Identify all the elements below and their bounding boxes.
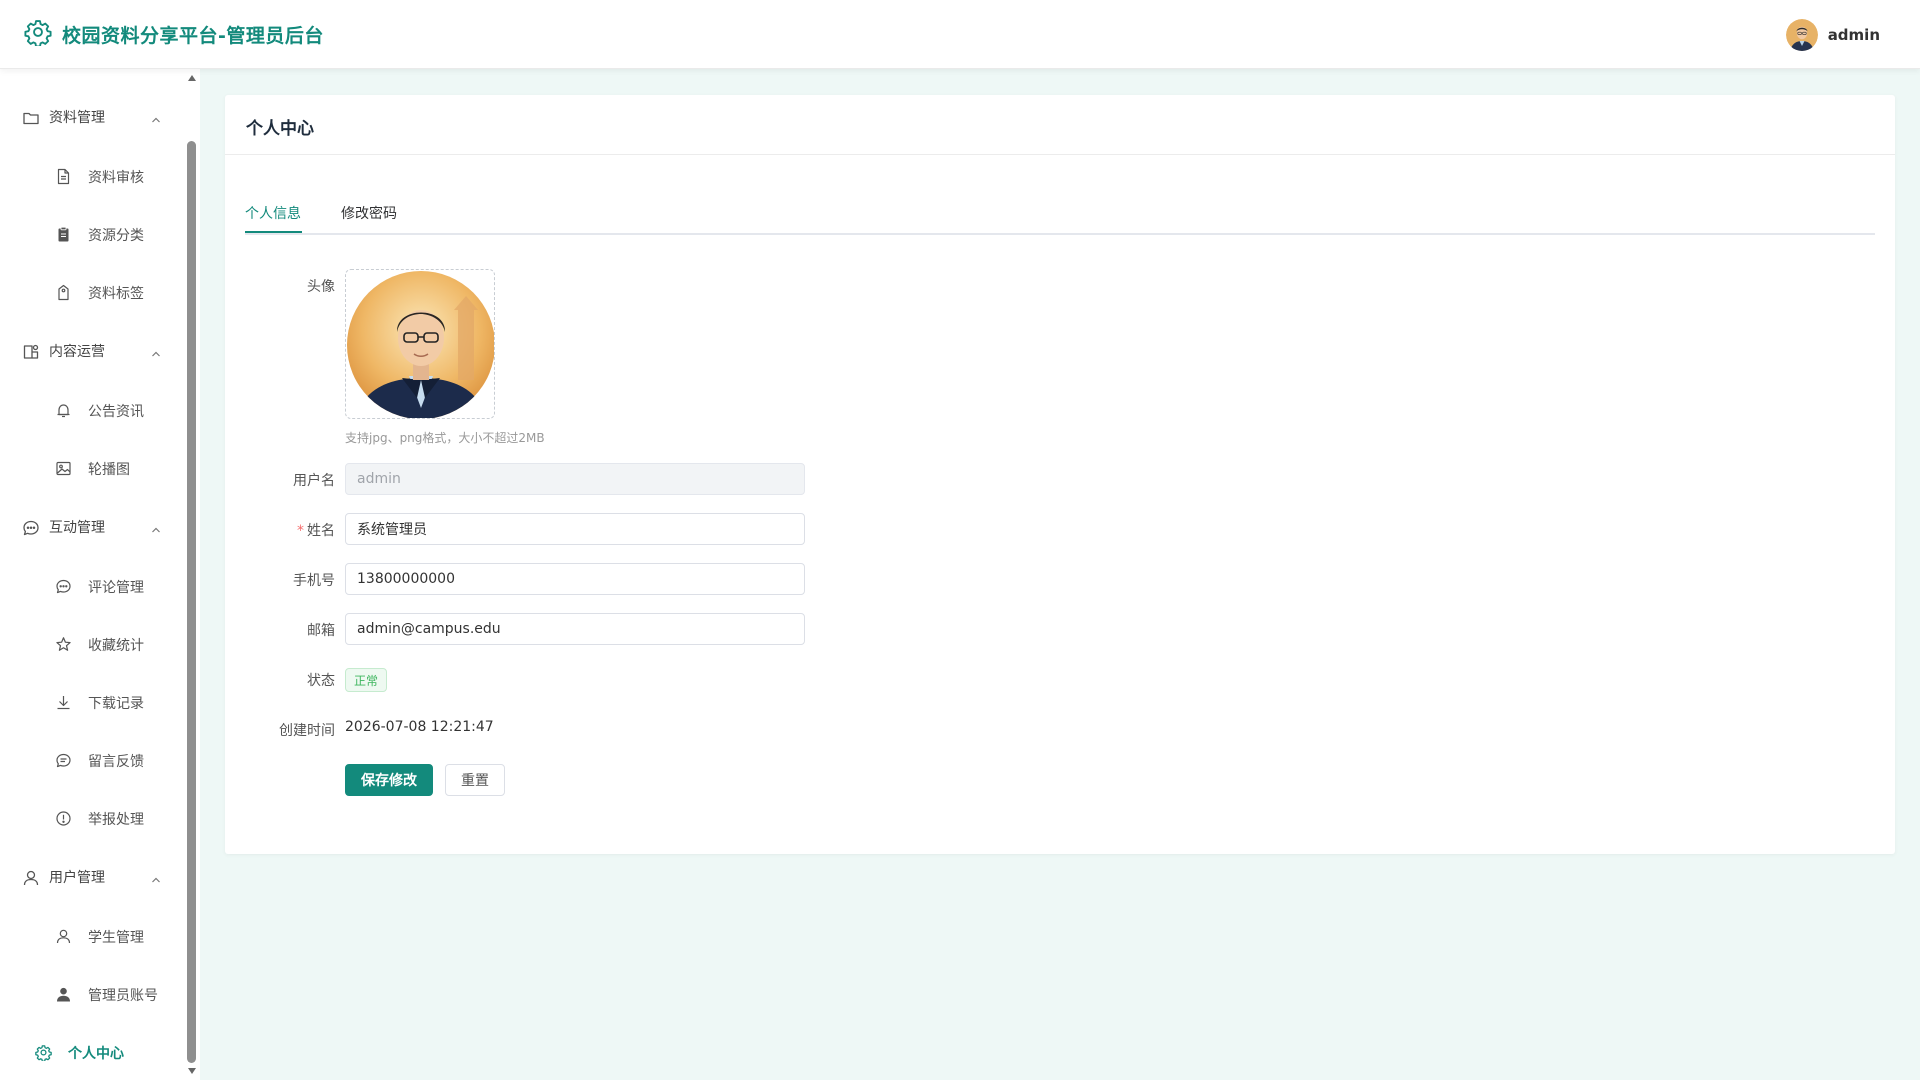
profile-card: 个人中心 个人信息 修改密码 头像 支持jpg、png格式，大小不超过2MB 用…	[225, 95, 1895, 854]
created-time-label: 创建时间	[279, 723, 335, 739]
chat-bubble-icon	[22, 519, 40, 537]
chevron-up-icon	[150, 521, 162, 533]
chevron-up-icon	[150, 111, 162, 123]
picture-icon	[55, 460, 72, 477]
card-header: 个人中心	[225, 95, 1895, 155]
avatar-upload-hint: 支持jpg、png格式，大小不超过2MB	[345, 431, 545, 445]
content-icon	[22, 343, 40, 361]
required-mark: *	[297, 523, 304, 539]
status-label: 状态	[307, 673, 335, 689]
tab-change-password[interactable]: 修改密码	[341, 203, 397, 223]
sidebar-item-label: 管理员账号	[88, 988, 158, 1004]
status-badge: 正常	[345, 668, 388, 692]
created-time-value: 2026-07-08 12:21:47	[345, 719, 494, 735]
bell-icon	[55, 402, 72, 419]
sidebar-item-label: 个人中心	[68, 1046, 124, 1062]
user-avatar[interactable]	[1785, 18, 1818, 51]
sidebar-item-label: 下载记录	[88, 696, 144, 712]
document-icon	[55, 168, 72, 185]
top-header: 校园资料分享平台-管理员后台 admin	[0, 0, 1920, 69]
sidebar-item-students[interactable]: 学生管理	[0, 915, 186, 959]
download-icon	[55, 694, 72, 711]
sidebar-item-announcements[interactable]: 公告资讯	[0, 389, 186, 433]
avatar-image	[347, 271, 494, 418]
menu-group-label: 互动管理	[49, 520, 105, 536]
sidebar-item-label: 学生管理	[88, 930, 144, 946]
sidebar-item-label: 公告资讯	[88, 404, 144, 420]
menu-group-label: 内容运营	[49, 344, 105, 360]
tab-personal-info[interactable]: 个人信息	[245, 203, 301, 223]
chevron-up-icon	[150, 871, 162, 883]
gear-logo-icon	[24, 18, 52, 50]
folder-icon	[22, 109, 40, 127]
scroll-thumb[interactable]	[187, 141, 196, 1063]
avatar-label: 头像	[307, 279, 335, 295]
sidebar-item-carousel[interactable]: 轮播图	[0, 447, 186, 491]
name-field[interactable]	[345, 513, 805, 545]
menu-group-interaction[interactable]: 互动管理	[0, 507, 186, 547]
sidebar-item-label: 轮播图	[88, 462, 130, 478]
active-tab-indicator	[245, 231, 302, 233]
user-icon	[22, 869, 40, 887]
sidebar-item-admins[interactable]: 管理员账号	[0, 973, 186, 1017]
sidebar-item-profile[interactable]: 个人中心	[0, 1031, 186, 1075]
email-label: 邮箱	[307, 623, 335, 639]
sidebar-item-reports[interactable]: 举报处理	[0, 797, 186, 841]
sidebar-item-label: 举报处理	[88, 812, 144, 828]
sidebar-item-comments[interactable]: 评论管理	[0, 565, 186, 609]
chevron-up-icon	[150, 345, 162, 357]
sidebar-item-downloads[interactable]: 下载记录	[0, 681, 186, 725]
username-label: admin	[1827, 25, 1880, 44]
reset-button[interactable]: 重置	[445, 764, 505, 796]
sidebar-scrollbar[interactable]	[186, 69, 198, 1080]
message-icon	[55, 752, 72, 769]
email-field[interactable]	[345, 613, 805, 645]
gear-icon	[35, 1044, 52, 1062]
save-button[interactable]: 保存修改	[345, 764, 433, 796]
avatar-uploader[interactable]	[345, 269, 495, 419]
star-icon	[55, 636, 72, 653]
user-menu[interactable]: admin	[1785, 0, 1880, 69]
app-title: 校园资料分享平台-管理员后台	[62, 24, 324, 47]
warning-circle-icon	[55, 810, 72, 827]
student-icon	[55, 928, 72, 945]
sidebar-item-label: 资料审核	[88, 170, 144, 186]
menu-group-users[interactable]: 用户管理	[0, 857, 186, 897]
sidebar-item-feedback[interactable]: 留言反馈	[0, 739, 186, 783]
sidebar-item-label: 留言反馈	[88, 754, 144, 770]
sidebar-item-label: 资源分类	[88, 228, 144, 244]
sidebar-item-favorites[interactable]: 收藏统计	[0, 623, 186, 667]
phone-field[interactable]	[345, 563, 805, 595]
name-label: * 姓名	[235, 520, 335, 540]
admin-user-icon	[55, 986, 72, 1003]
brand[interactable]: 校园资料分享平台-管理员后台	[24, 18, 324, 50]
clipboard-icon	[55, 226, 72, 243]
page-title: 个人中心	[246, 119, 314, 139]
username-label: 用户名	[293, 473, 335, 489]
phone-label: 手机号	[293, 573, 335, 589]
scroll-up-arrow-icon[interactable]	[188, 75, 196, 81]
menu-group-content[interactable]: 内容运营	[0, 331, 186, 371]
name-label-text: 姓名	[307, 523, 335, 539]
sidebar-item-tags[interactable]: 资料标签	[0, 271, 186, 315]
main-content: 个人中心 个人信息 修改密码 头像 支持jpg、png格式，大小不超过2MB 用…	[200, 69, 1920, 1080]
menu-group-resources[interactable]: 资料管理	[0, 97, 186, 137]
tag-icon	[55, 284, 72, 301]
sidebar-item-label: 资料标签	[88, 286, 144, 302]
sidebar-item-review[interactable]: 资料审核	[0, 155, 186, 199]
username-field	[345, 463, 805, 495]
comment-icon	[55, 578, 72, 595]
profile-tabs: 个人信息 修改密码	[245, 195, 1875, 235]
scroll-down-arrow-icon[interactable]	[188, 1068, 196, 1074]
sidebar-item-categories[interactable]: 资源分类	[0, 213, 186, 257]
sidebar-item-label: 收藏统计	[88, 638, 144, 654]
menu-group-label: 资料管理	[49, 110, 105, 126]
sidebar: 资料管理 资料审核 资源分类 资料标签 内容运营 公告资讯 轮播图 互动管理 评…	[0, 69, 200, 1080]
sidebar-item-label: 评论管理	[88, 580, 144, 596]
menu-group-label: 用户管理	[49, 870, 105, 886]
